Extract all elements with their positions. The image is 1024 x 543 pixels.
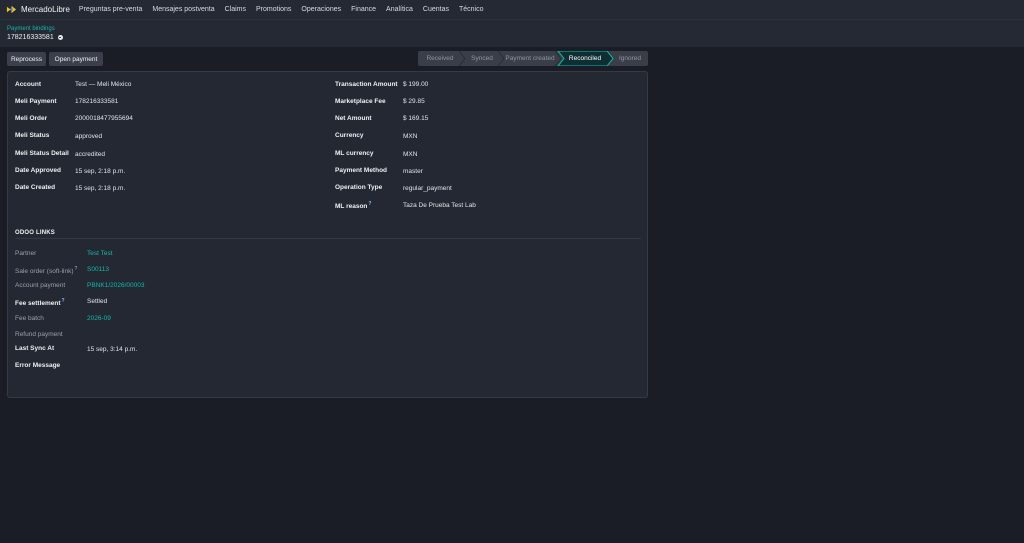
odoo-links-heading: ODOO LINKS [15, 230, 56, 236]
nav-item-promotions[interactable]: Promotions [256, 6, 291, 13]
account-value[interactable]: Test — Meli México [75, 81, 131, 88]
transaction-amount-label: Transaction Amount [335, 81, 398, 88]
nav-item-claims[interactable]: Claims [225, 6, 246, 13]
marketplace-fee-label: Marketplace Fee [335, 98, 386, 105]
operation-type-label: Operation Type [335, 184, 383, 191]
meli-order-label: Meli Order [15, 115, 48, 122]
sale-order-label-text: Sale order (soft-link) [15, 268, 74, 276]
top-navbar: MercadoLibre Preguntas pre-venta Mensaje… [0, 0, 1024, 19]
meli-status-value: approved [75, 133, 103, 140]
ml-currency-value: MXN [403, 151, 418, 158]
breadcrumb-parent-link[interactable]: Payment bindings [7, 26, 55, 32]
meli-status-detail-label: Meli Status Detail [15, 150, 69, 157]
open-payment-button[interactable]: Open payment [49, 52, 103, 66]
date-approved-label: Date Approved [15, 167, 61, 174]
status-bar: Received Synced Payment created Reconcil… [418, 51, 648, 66]
account-payment-link[interactable]: PBNK1/2026/00003 [87, 282, 144, 289]
ml-reason-label: ML reason? [335, 201, 371, 210]
reprocess-button[interactable]: Reprocess [7, 52, 46, 66]
breadcrumb: Payment bindings 178216333581 [0, 19, 1024, 47]
fee-settlement-label: Fee settlement? [15, 298, 65, 307]
meli-payment-label: Meli Payment [15, 98, 57, 105]
marketplace-fee-value: $ 29.85 [403, 98, 425, 105]
status-stage-received[interactable]: Received [418, 51, 462, 66]
help-tooltip-icon[interactable]: ? [75, 266, 78, 272]
app-logo[interactable]: MercadoLibre [6, 4, 70, 15]
status-stage-reconciled[interactable]: Reconciled [560, 51, 610, 66]
mercadolibre-logo-icon [6, 5, 17, 14]
nav-item-preguntas[interactable]: Preguntas pre-venta [79, 6, 142, 13]
help-tooltip-icon[interactable]: ? [62, 298, 65, 304]
status-stage-synced[interactable]: Synced [462, 51, 502, 66]
last-sync-label: Last Sync At [15, 345, 55, 352]
partner-link[interactable]: Test Test [87, 250, 113, 257]
ml-reason-label-text: ML reason [335, 203, 368, 211]
meli-payment-value: 178216333581 [75, 98, 119, 105]
payment-form: Account Test — Meli México Meli Payment … [7, 71, 648, 398]
partner-label: Partner [15, 250, 37, 257]
nav-item-tecnico[interactable]: Técnico [459, 6, 484, 13]
refund-payment-label: Refund payment [15, 331, 63, 338]
net-amount-label: Net Amount [335, 115, 372, 122]
ml-reason-value: Taza De Prueba Test Lab [403, 202, 476, 209]
meli-status-label: Meli Status [15, 132, 50, 139]
currency-value: MXN [403, 133, 418, 140]
gear-icon[interactable] [57, 35, 63, 40]
nav-item-cuentas[interactable]: Cuentas [423, 6, 449, 13]
sale-order-link[interactable]: S00113 [87, 266, 109, 273]
account-label: Account [15, 81, 41, 88]
meli-order-value: 2000018477955694 [75, 115, 133, 122]
fee-batch-link[interactable]: 2026-09 [87, 315, 111, 322]
date-created-value: 15 sep, 2:18 p.m. [75, 185, 126, 192]
nav-item-operaciones[interactable]: Operaciones [301, 6, 341, 13]
currency-label: Currency [335, 132, 364, 139]
date-approved-value: 15 sep, 2:18 p.m. [75, 168, 126, 175]
error-message-label: Error Message [15, 362, 61, 369]
page-title: 178216333581 [7, 34, 63, 41]
meli-status-detail-value: accredited [75, 151, 105, 158]
payment-method-value: master [403, 168, 423, 175]
record-id: 178216333581 [7, 34, 54, 41]
payment-method-label: Payment Method [335, 167, 388, 174]
fee-settlement-value: Settled [87, 298, 108, 305]
nav-item-analitica[interactable]: Analítica [386, 6, 413, 13]
sale-order-label: Sale order (soft-link)? [15, 266, 77, 275]
last-sync-value: 15 sep, 3:14 p.m. [87, 346, 138, 353]
account-payment-label: Account payment [15, 282, 66, 289]
fee-batch-label: Fee batch [15, 315, 44, 322]
net-amount-value: $ 169.15 [403, 115, 429, 122]
help-tooltip-icon[interactable]: ? [368, 201, 371, 207]
date-created-label: Date Created [15, 184, 56, 191]
transaction-amount-value: $ 199.00 [403, 81, 429, 88]
operation-type-value: regular_payment [403, 185, 452, 192]
status-stage-ignored[interactable]: Ignored [612, 51, 648, 66]
nav-item-finance[interactable]: Finance [351, 6, 376, 13]
nav-item-mensajes[interactable]: Mensajes postventa [152, 6, 214, 13]
app-name: MercadoLibre [21, 5, 70, 14]
fee-settlement-label-text: Fee settlement [15, 300, 61, 308]
section-divider [15, 238, 641, 239]
ml-currency-label: ML currency [335, 150, 374, 157]
status-stage-payment-created[interactable]: Payment created [502, 51, 558, 66]
